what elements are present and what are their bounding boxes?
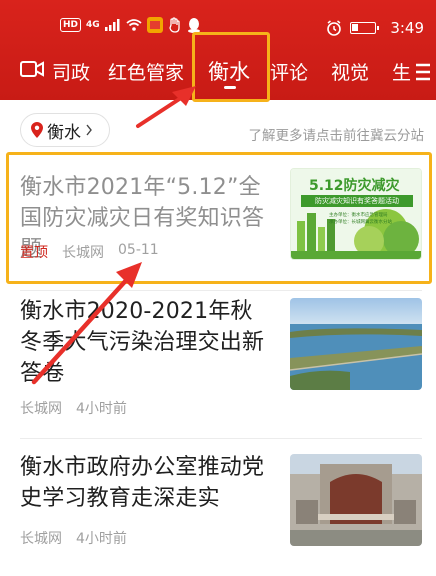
network-type: 4G [86,20,100,30]
memorial-hall-photo [290,454,422,546]
tab-comment[interactable]: 评论 [270,58,308,85]
status-left: HD 4G [60,17,201,33]
tab-red-steward[interactable]: 红色管家 [108,58,184,85]
highlight-box-article [6,152,432,284]
article-source: 长城网 [20,401,62,417]
article-title: 衡水市2020-2021年秋冬季大气污染治理交出新答卷 [20,299,265,386]
alarm-icon [327,20,342,36]
status-right: 3:49 [326,19,424,37]
article-time: 4小时前 [76,401,127,417]
article-time: 4小时前 [76,531,127,547]
list-item[interactable]: 衡水市政府办公室推动党史学习教育走深走实 长城网 4小时前 [0,438,436,576]
article-thumbnail [290,454,422,546]
clock: 3:49 [390,19,424,37]
location-city: 衡水 [47,122,81,143]
chevron-right-icon [86,124,92,136]
app-notification-icon [146,17,163,33]
tab-politics[interactable]: 司政 [52,58,90,85]
tabs-more-icon[interactable] [410,62,432,82]
list-item[interactable]: 衡水市2020-2021年秋冬季大气污染治理交出新答卷 长城网 4小时前 [0,290,436,438]
article-thumbnail [290,298,422,390]
location-pin-icon [31,122,43,138]
signal-icon [104,19,120,31]
tab-visual[interactable]: 视觉 [331,58,369,85]
wifi-icon [126,19,142,31]
article-title: 衡水市政府办公室推动党史学习教育走深走实 [20,455,265,511]
qq-icon [187,18,200,33]
hd-badge: HD [60,18,82,32]
highlight-box-tab [192,32,270,102]
lake-aerial-photo [290,298,422,390]
battery-icon [350,22,380,34]
branch-site-link[interactable]: 了解更多请点击前往冀云分站 [249,124,425,144]
article-source: 长城网 [20,531,62,547]
article-meta: 长城网 4小时前 [20,528,127,548]
tab-life[interactable]: 生 [392,58,411,85]
location-selector[interactable]: 衡水 [20,113,110,147]
hand-icon [168,17,180,33]
article-meta: 长城网 4小时前 [20,398,127,418]
